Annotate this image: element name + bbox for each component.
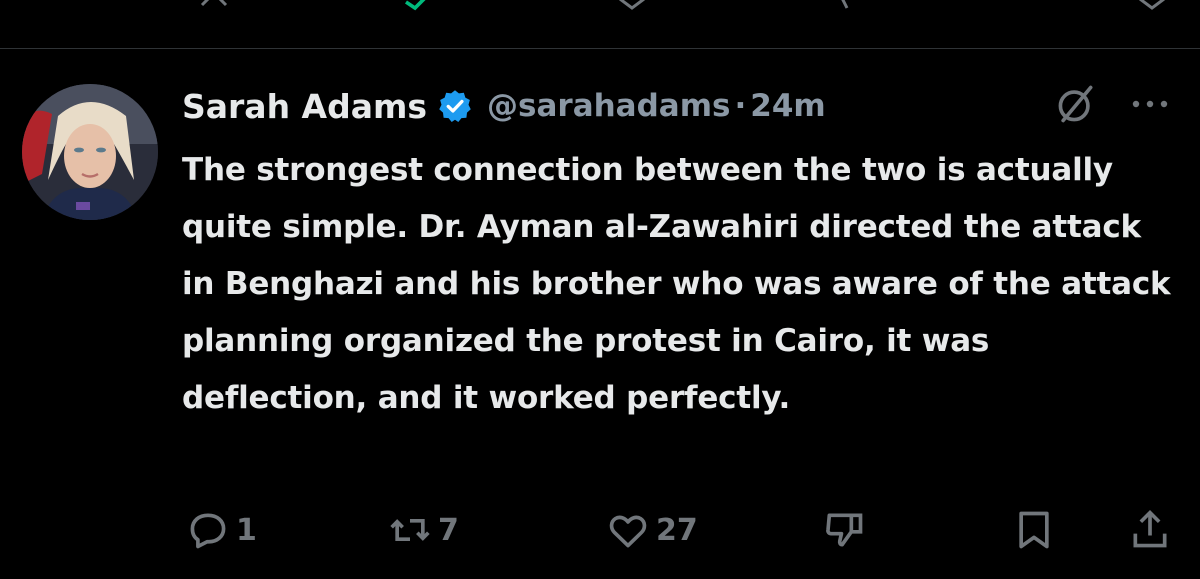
dislike-icon — [822, 508, 866, 552]
avatar[interactable] — [22, 84, 158, 220]
reply-count: 1 — [236, 512, 257, 548]
author-name[interactable]: Sarah Adams — [182, 87, 427, 126]
grok-icon[interactable] — [1054, 82, 1098, 126]
tweet-timestamp[interactable]: 24m — [750, 88, 825, 124]
dislike-button[interactable] — [822, 508, 866, 552]
repost-icon — [388, 508, 432, 552]
like-button[interactable]: 27 — [606, 508, 698, 552]
previous-reply-icon[interactable] — [196, 0, 232, 14]
more-icon[interactable] — [1128, 94, 1172, 114]
previous-like-icon[interactable] — [614, 0, 650, 14]
previous-bookmark-icon[interactable] — [1134, 0, 1170, 14]
previous-repost-icon[interactable] — [400, 0, 436, 14]
repost-count: 7 — [438, 512, 459, 548]
previous-tweet-actions — [0, 0, 1200, 48]
share-button[interactable] — [1128, 508, 1172, 552]
tweet-divider — [0, 48, 1200, 49]
reply-icon — [186, 508, 230, 552]
verified-badge-icon — [437, 88, 473, 124]
tweet-header: Sarah Adams @sarahadams · 24m — [182, 82, 826, 130]
timeline: Sarah Adams @sarahadams · 24m The strong… — [0, 0, 1200, 579]
tweet-text: The strongest connection between the two… — [182, 152, 1171, 416]
share-icon — [1128, 508, 1172, 552]
like-count: 27 — [656, 512, 698, 548]
author-handle[interactable]: @sarahadams — [487, 88, 730, 124]
bookmark-button[interactable] — [1012, 508, 1056, 552]
previous-views-icon[interactable] — [826, 0, 862, 14]
like-icon — [606, 508, 650, 552]
repost-button[interactable]: 7 — [388, 508, 459, 552]
header-separator: · — [734, 88, 747, 124]
tweet-actions: 1 7 27 — [0, 500, 1200, 560]
bookmark-icon — [1012, 508, 1056, 552]
reply-button[interactable]: 1 — [186, 508, 257, 552]
